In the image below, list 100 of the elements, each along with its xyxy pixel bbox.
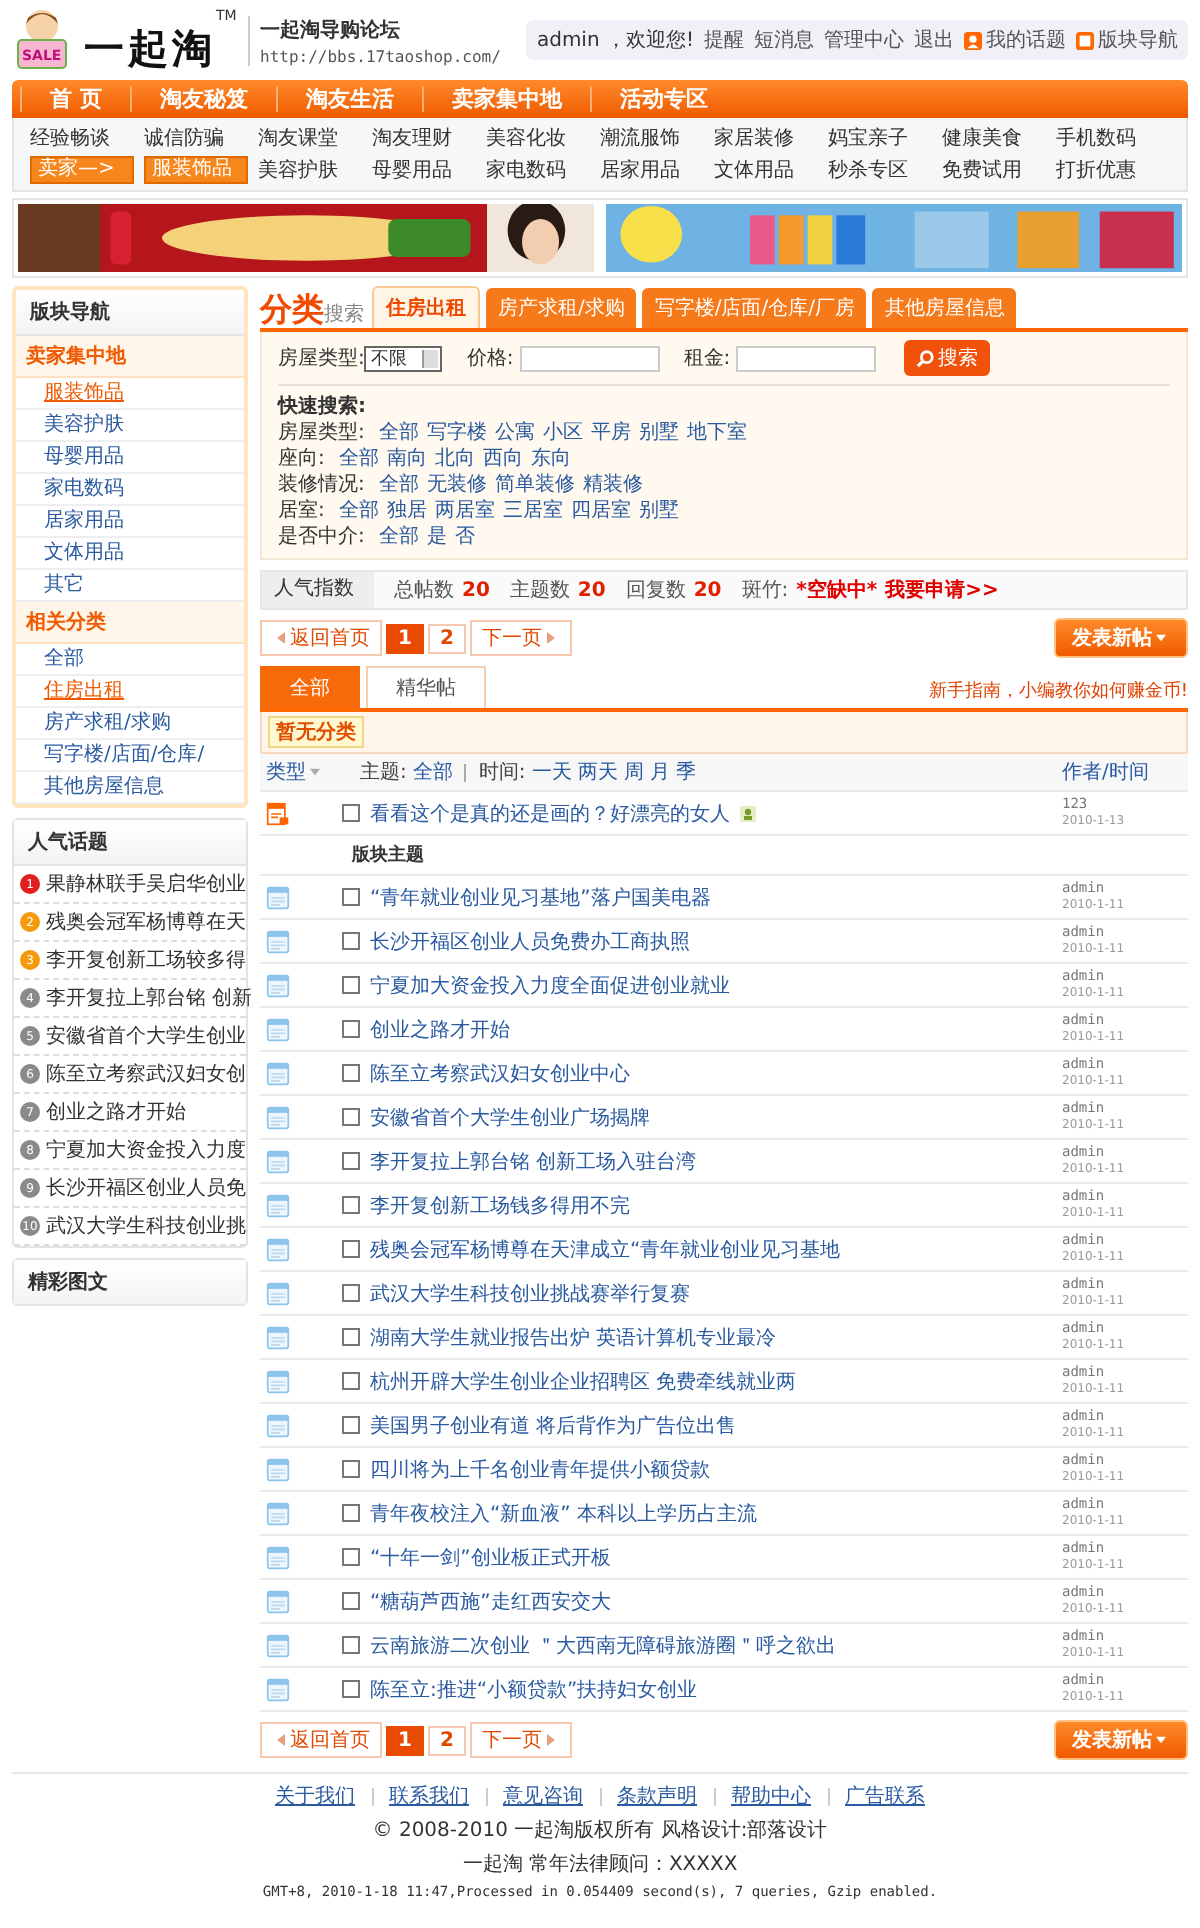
type-column-header[interactable]: 类型 <box>266 758 354 786</box>
page-link[interactable]: 2 <box>427 623 466 653</box>
checkbox[interactable] <box>342 1548 360 1566</box>
filter-link[interactable]: 全部 <box>412 758 453 786</box>
checkbox[interactable] <box>342 1108 360 1126</box>
filter-link[interactable]: 季 <box>675 758 696 786</box>
thread-title-link[interactable]: “青年就业创业见习基地”落户国美电器 <box>370 883 711 911</box>
filter-link[interactable]: 简单装修 <box>494 472 575 498</box>
hot-topic-link[interactable]: 陈至立考察武汉妇女创 <box>46 1060 246 1088</box>
thread-title-link[interactable]: 四川将为上千名创业青年提供小额贷款 <box>370 1455 710 1483</box>
filter-link[interactable]: 小区 <box>542 420 583 446</box>
sidebar-item[interactable]: 其他房屋信息 <box>16 772 244 804</box>
sub-nav-link[interactable]: 美容化妆 <box>486 124 600 152</box>
sidebar-item[interactable]: 母婴用品 <box>16 442 244 474</box>
filter-link[interactable]: 全部 <box>378 524 419 550</box>
thread-title-link[interactable]: 杭州开辟大学生创业企业招聘区 免费牵线就业两 <box>370 1367 797 1395</box>
checkbox[interactable] <box>342 1416 360 1434</box>
filter-link[interactable]: 精装修 <box>582 472 643 498</box>
filter-link[interactable]: 全部 <box>338 498 379 524</box>
thread-title-link[interactable]: 美国男子创业有道 将后背作为广告位出售 <box>370 1411 737 1439</box>
thread-title-link[interactable]: 长沙开福区创业人员免费办工商执照 <box>370 927 690 955</box>
footer-link[interactable]: 关于我们 <box>275 1782 355 1810</box>
hot-topic-link[interactable]: 创业之路才开始 <box>46 1098 186 1126</box>
sub-nav-link[interactable]: 健康美食 <box>942 124 1056 152</box>
filter-link[interactable]: 南向 <box>386 446 427 472</box>
sub-nav-link[interactable]: 秒杀专区 <box>828 156 942 184</box>
filter-link[interactable]: 别墅 <box>638 420 679 446</box>
footer-link[interactable]: 帮助中心 <box>731 1782 811 1810</box>
sub-nav-link[interactable]: 诚信防骗 <box>144 124 258 152</box>
sub-nav-link[interactable]: 文体用品 <box>714 156 828 184</box>
thread-title-link[interactable]: 创业之路才开始 <box>370 1015 510 1043</box>
sub-nav-link[interactable]: 打折优惠 <box>1056 156 1170 184</box>
hot-topic-link[interactable]: 李开复创新工场较多得 <box>46 946 246 974</box>
filter-link[interactable]: 无装修 <box>426 472 487 498</box>
house-type-select[interactable]: 不限 <box>364 345 443 371</box>
filter-link[interactable]: 否 <box>454 524 475 550</box>
rent-input[interactable] <box>736 345 877 371</box>
thread-title-link[interactable]: 安徽省首个大学生创业广场揭牌 <box>370 1103 650 1131</box>
thread-title-link[interactable]: 残奥会冠军杨博尊在天津成立“青年就业创业见习基地 <box>370 1235 841 1263</box>
price-input[interactable] <box>519 345 660 371</box>
thread-title-link[interactable]: 青年夜校注入“新血液” 本科以上学历占主流 <box>370 1499 758 1527</box>
sub-nav-link[interactable]: 淘友课堂 <box>258 124 372 152</box>
sidebar-item[interactable]: 文体用品 <box>16 538 244 570</box>
hot-topic-link[interactable]: 安徽省首个大学生创业 <box>46 1022 246 1050</box>
sub-nav-link[interactable]: 家电数码 <box>486 156 600 184</box>
filter-link[interactable]: 是 <box>426 524 447 550</box>
thread-title-link[interactable]: “糖葫芦西施”走红西安交大 <box>370 1587 611 1615</box>
sub-nav-link[interactable]: 免费试用 <box>942 156 1056 184</box>
filter-link[interactable]: 别墅 <box>638 498 679 524</box>
footer-link[interactable]: 意见咨询 <box>503 1782 583 1810</box>
apply-link[interactable]: 我要申请>> <box>885 576 999 604</box>
page-link[interactable]: 1 <box>386 1725 424 1755</box>
hot-topic-link[interactable]: 长沙开福区创业人员免 <box>46 1174 246 1202</box>
filter-link[interactable]: 全部 <box>378 472 419 498</box>
sub-nav-link[interactable]: 妈宝亲子 <box>828 124 942 152</box>
checkbox[interactable] <box>342 1460 360 1478</box>
filter-link[interactable]: 公寓 <box>494 420 535 446</box>
sub-nav-link[interactable]: 淘友理财 <box>372 124 486 152</box>
thread-title-link[interactable]: 宁夏加大资金投入力度全面促进创业就业 <box>370 971 730 999</box>
footer-link[interactable]: 条款声明 <box>617 1782 697 1810</box>
sidebar-item[interactable]: 居家用品 <box>16 506 244 538</box>
sidebar-item[interactable]: 全部 <box>16 644 244 676</box>
filter-link[interactable]: 四居室 <box>570 498 631 524</box>
hot-topic-link[interactable]: 宁夏加大资金投入力度 <box>46 1136 246 1164</box>
sub-nav-link[interactable]: 经验畅谈 <box>30 124 144 152</box>
filter-link[interactable]: 北向 <box>434 446 475 472</box>
thread-title-link[interactable]: 武汉大学生科技创业挑战赛举行复赛 <box>370 1279 690 1307</box>
checkbox[interactable] <box>342 1372 360 1390</box>
checkbox[interactable] <box>342 1240 360 1258</box>
checkbox[interactable] <box>342 1680 360 1698</box>
board-nav-link[interactable]: 版块导航 <box>1098 26 1178 54</box>
sidebar-item[interactable]: 美容护肤 <box>16 410 244 442</box>
filter-link[interactable]: 两天 <box>577 758 618 786</box>
next-page-link[interactable]: 下一页 <box>469 1722 572 1758</box>
my-topics-link[interactable]: 我的话题 <box>986 26 1066 54</box>
hot-topic-link[interactable]: 残奥会冠军杨博尊在天 <box>46 908 246 936</box>
checkbox[interactable] <box>342 932 360 950</box>
thread-title-link[interactable]: 李开复创新工场钱多得用不完 <box>370 1191 630 1219</box>
filter-link[interactable]: 地下室 <box>686 420 747 446</box>
user-link[interactable]: 管理中心 <box>824 26 904 54</box>
filter-link[interactable]: 写字楼 <box>426 420 487 446</box>
hot-topic-link[interactable]: 李开复拉上郭台铭 创新 <box>46 984 253 1012</box>
filter-link[interactable]: 西向 <box>482 446 523 472</box>
thread-title-link[interactable]: “十年一剑”创业板正式开板 <box>370 1543 611 1571</box>
filter-link[interactable]: 周 <box>623 758 644 786</box>
checkbox[interactable] <box>342 1196 360 1214</box>
page-link[interactable]: 1 <box>386 623 424 653</box>
checkbox[interactable] <box>342 1328 360 1346</box>
footer-link[interactable]: 联系我们 <box>389 1782 469 1810</box>
search-button[interactable]: 搜索 <box>904 340 991 376</box>
thread-title-link[interactable]: 湖南大学生就业报告出炉 英语计算机专业最冷 <box>370 1323 777 1351</box>
checkbox[interactable] <box>342 888 360 906</box>
sub-nav-link[interactable]: 母婴用品 <box>372 156 486 184</box>
checkbox[interactable] <box>342 1504 360 1522</box>
home-page-link[interactable]: 返回首页 <box>260 620 382 656</box>
footer-link[interactable]: 广告联系 <box>845 1782 925 1810</box>
checkbox[interactable] <box>342 976 360 994</box>
user-link[interactable]: 短消息 <box>754 26 814 54</box>
sub-nav-link[interactable]: 手机数码 <box>1056 124 1170 152</box>
sub-nav-link[interactable]: 居家用品 <box>600 156 714 184</box>
